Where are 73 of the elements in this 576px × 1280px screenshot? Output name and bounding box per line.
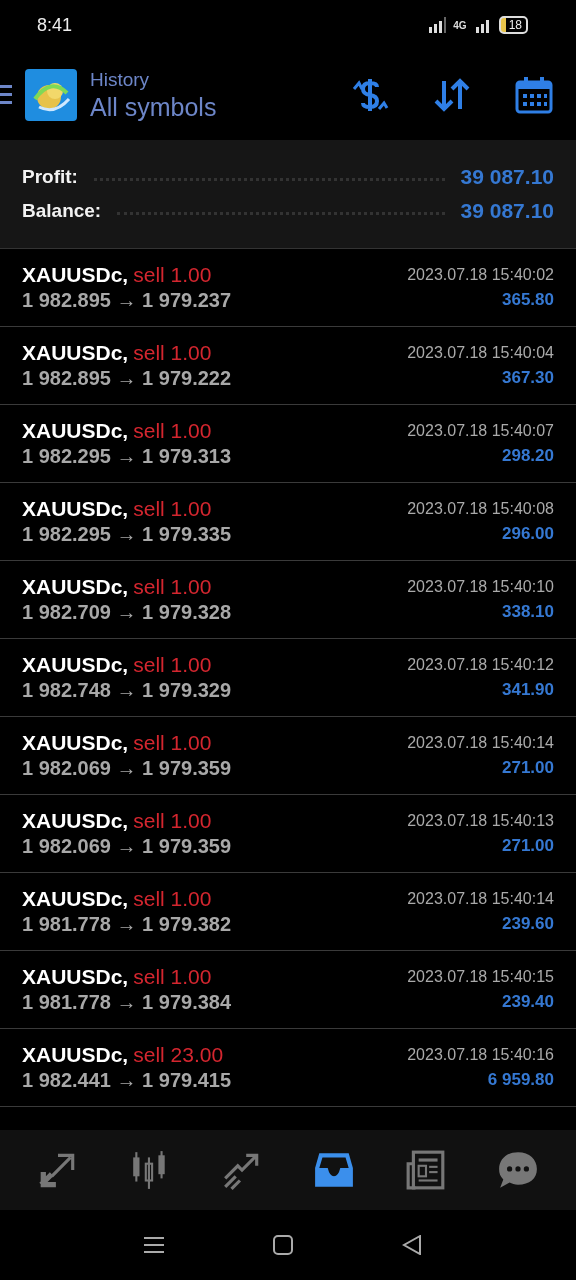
price-range: 1 982.069 → 1 979.359 (22, 757, 232, 780)
symbol-label: XAUUSDc, (22, 1043, 129, 1067)
price-range: 1 982.895 → 1 979.237 (22, 289, 232, 312)
newspaper-icon[interactable] (405, 1149, 447, 1191)
summary-label: Profit: (22, 166, 78, 188)
symbol-label: XAUUSDc, (22, 965, 129, 989)
deal-time: 2023.07.18 15:40:10 (407, 577, 554, 596)
summary-label: Balance: (22, 200, 102, 222)
symbol-label: XAUUSDc, (22, 887, 129, 911)
deal-time: 2023.07.18 15:40:15 (407, 967, 554, 986)
deal-type: sell 1.00 (133, 341, 212, 365)
summary-value: 39 087.10 (460, 165, 554, 189)
deal-time: 2023.07.18 15:40:14 (407, 733, 554, 752)
price-range: 1 982.441 → 1 979.415 (22, 1069, 232, 1092)
summary-value: 39 087.10 (460, 199, 554, 223)
deal-type: sell 1.00 (133, 419, 212, 443)
deal-type: sell 1.00 (133, 809, 212, 833)
price-range: 1 981.778 → 1 979.384 (22, 991, 232, 1014)
deal-profit: 6 959.80 (487, 1069, 554, 1090)
deal-type: sell 1.00 (133, 887, 212, 911)
deal-time: 2023.07.18 15:40:16 (407, 1045, 554, 1064)
deal-profit: 239.40 (502, 991, 554, 1012)
deal-type: sell 1.00 (133, 965, 212, 989)
back-icon[interactable] (401, 1235, 422, 1255)
menu-icon[interactable] (0, 83, 12, 107)
symbol-label: XAUUSDc, (22, 341, 129, 365)
screen-title: History (90, 68, 151, 91)
price-range: 1 982.295 → 1 979.313 (22, 445, 232, 468)
deal-profit: 367.30 (502, 367, 554, 388)
deal-profit: 341.90 (502, 679, 554, 700)
clock: 8:41 (37, 14, 73, 36)
deal-profit: 239.60 (502, 913, 554, 934)
price-range: 1 982.748 → 1 979.329 (22, 679, 232, 702)
deal-time: 2023.07.18 15:40:12 (407, 655, 554, 674)
recent-apps-icon[interactable] (144, 1235, 165, 1255)
deal-time: 2023.07.18 15:40:02 (407, 265, 554, 284)
symbol-label: XAUUSDc, (22, 653, 129, 677)
price-range: 1 982.069 → 1 979.359 (22, 835, 232, 858)
deal-profit: 298.20 (502, 445, 554, 466)
deal-profit: 271.00 (502, 757, 554, 778)
deal-type: sell 1.00 (133, 575, 212, 599)
signal-icon (427, 17, 448, 33)
deal-profit: 271.00 (502, 835, 554, 856)
symbol-label: XAUUSDc, (22, 419, 129, 443)
price-range: 1 981.778 → 1 979.382 (22, 913, 232, 936)
deal-type: sell 1.00 (133, 731, 212, 755)
symbol-label: XAUUSDc, (22, 497, 129, 521)
deal-type: sell 1.00 (133, 263, 212, 287)
calendar-icon[interactable] (514, 75, 554, 115)
app-logo-icon (25, 69, 77, 121)
symbol-label: XAUUSDc, (22, 809, 129, 833)
deal-type: sell 1.00 (133, 653, 212, 677)
deal-type: sell 23.00 (133, 1043, 224, 1067)
price-range: 1 982.295 → 1 979.335 (22, 523, 232, 546)
price-range: 1 982.895 → 1 979.222 (22, 367, 232, 390)
deal-profit: 338.10 (502, 601, 554, 622)
symbol-label: XAUUSDc, (22, 263, 129, 287)
price-range: 1 982.709 → 1 979.328 (22, 601, 232, 624)
deal-time: 2023.07.18 15:40:14 (407, 889, 554, 908)
symbol-filter[interactable]: All symbols (90, 92, 217, 122)
deal-time: 2023.07.18 15:40:13 (407, 811, 554, 830)
deal-time: 2023.07.18 15:40:04 (407, 343, 554, 362)
home-icon[interactable] (273, 1235, 293, 1255)
deal-profit: 365.80 (502, 289, 554, 310)
symbol-label: XAUUSDc, (22, 731, 129, 755)
battery-indicator: 18 (498, 16, 528, 34)
chat-bubble-icon[interactable] (497, 1149, 539, 1191)
deal-time: 2023.07.18 15:40:08 (407, 499, 554, 518)
deal-type: sell 1.00 (133, 497, 212, 521)
deal-profit: 296.00 (502, 523, 554, 544)
symbol-label: XAUUSDc, (22, 575, 129, 599)
network-label: 4G (453, 19, 467, 31)
deal-time: 2023.07.18 15:40:07 (407, 421, 554, 440)
